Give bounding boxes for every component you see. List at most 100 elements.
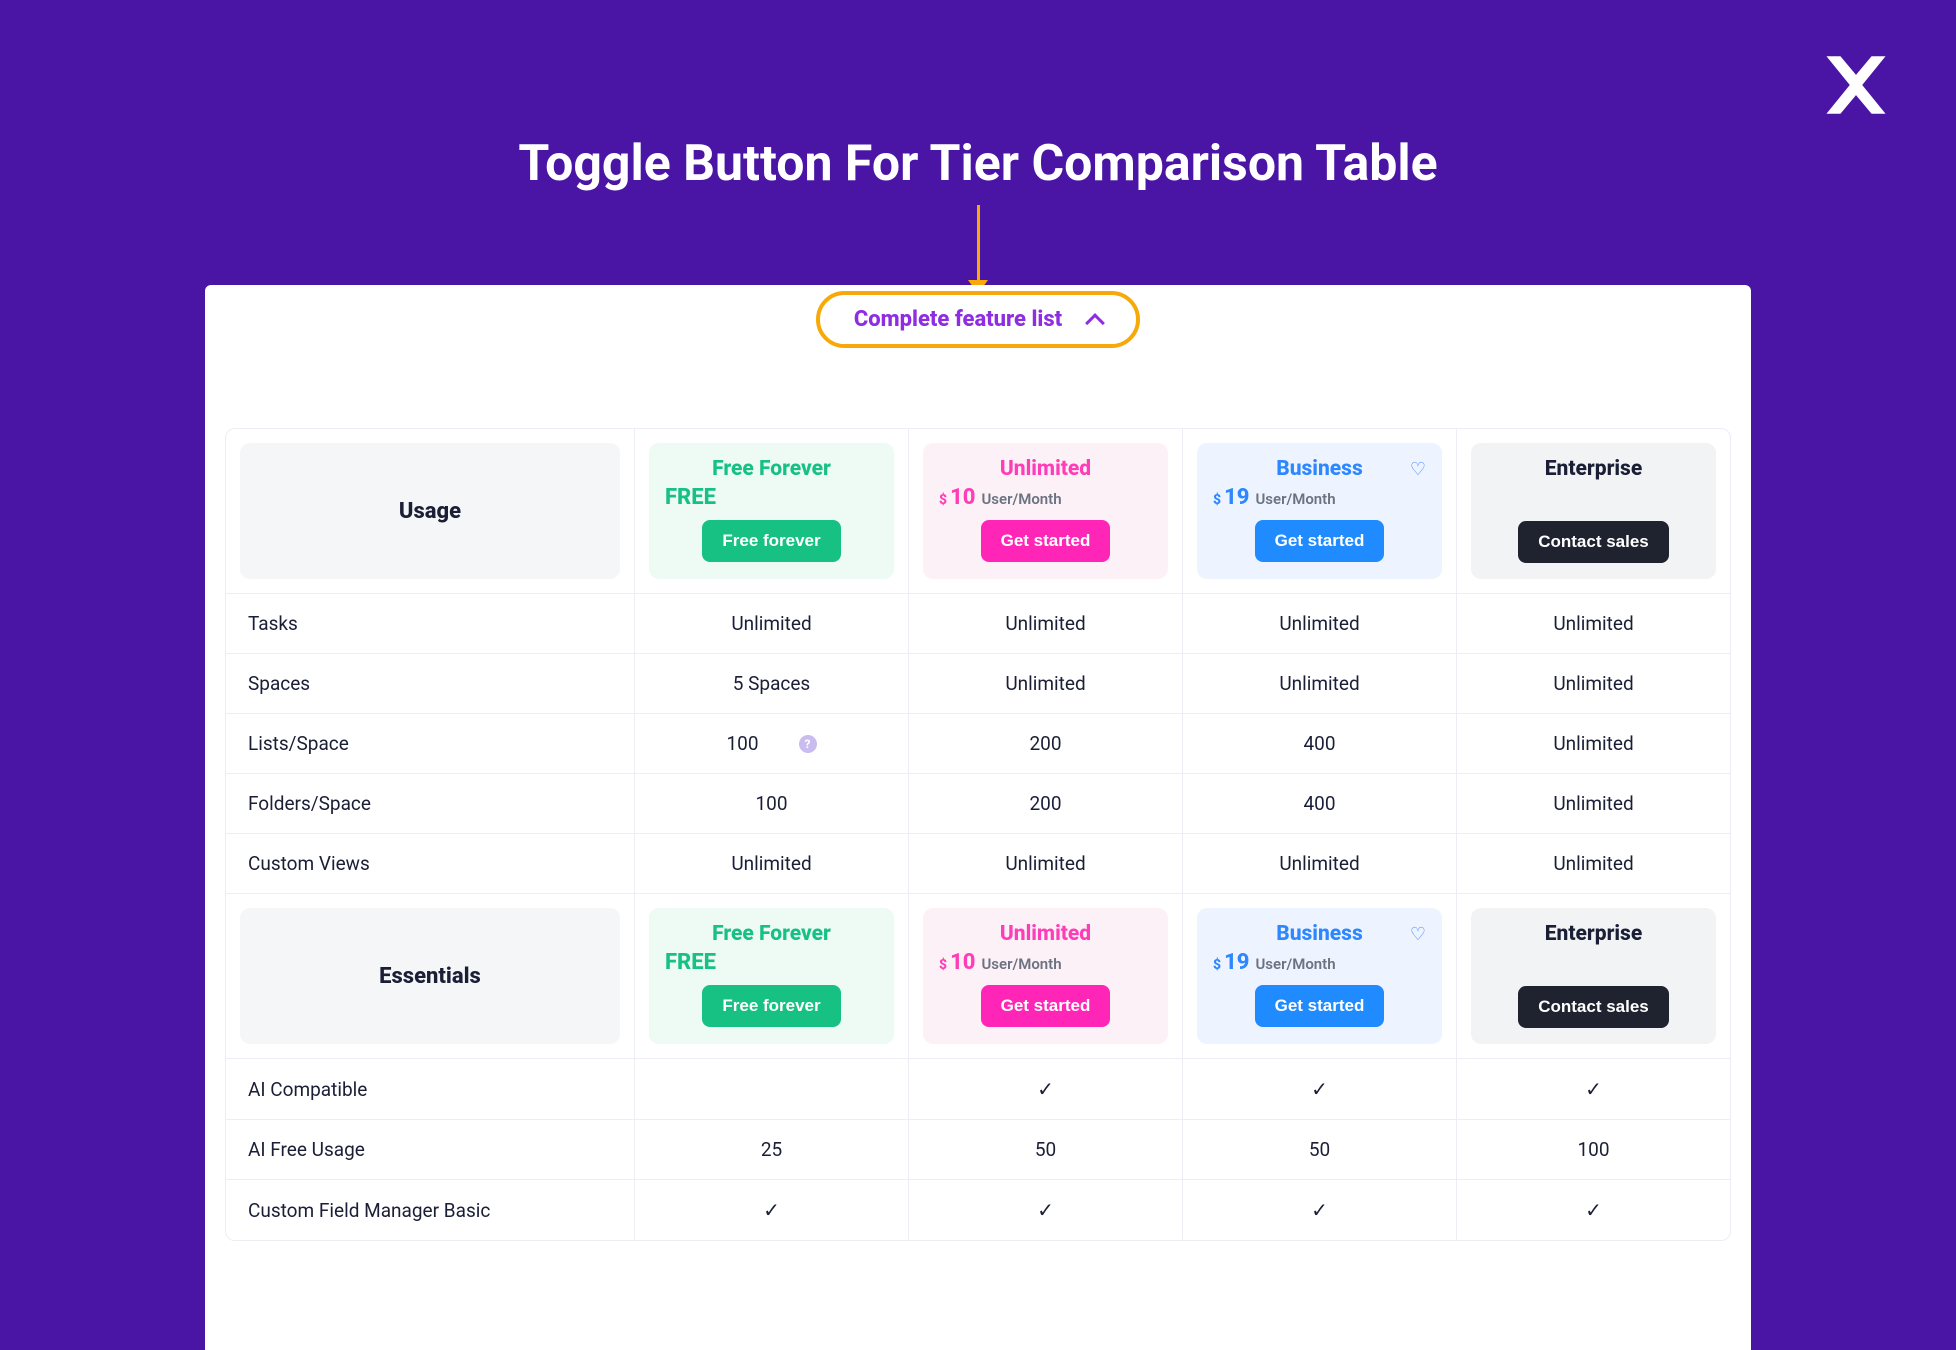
- table-row: Custom Field Manager Basic✓✓✓✓: [226, 1179, 1730, 1240]
- table-cell: ✓: [1456, 1180, 1730, 1240]
- table-cell: Unlimited: [1456, 654, 1730, 713]
- plan-cta-unlimited[interactable]: Get started: [981, 985, 1111, 1027]
- table-cell: Unlimited: [634, 594, 908, 653]
- plan-name: Free Forever: [665, 457, 878, 481]
- table-cell: Unlimited: [1456, 774, 1730, 833]
- table-cell: Unlimited: [908, 654, 1182, 713]
- plan-cta-enterprise[interactable]: Contact sales: [1518, 986, 1669, 1028]
- plan-name: Enterprise: [1487, 922, 1700, 946]
- cell-value: Unlimited: [1553, 612, 1633, 635]
- check-icon: ✓: [1311, 1198, 1328, 1222]
- feature-label: Tasks: [226, 594, 634, 653]
- plan-cta-business[interactable]: Get started: [1255, 985, 1385, 1027]
- feature-label: AI Compatible: [226, 1059, 634, 1119]
- table-cell: Unlimited: [1182, 594, 1456, 653]
- cell-value: Unlimited: [1553, 792, 1633, 815]
- table-cell: 400: [1182, 714, 1456, 773]
- table-cell: 5 Spaces: [634, 654, 908, 713]
- plan-cta-business[interactable]: Get started: [1255, 520, 1385, 562]
- cell-value: Unlimited: [1005, 852, 1085, 875]
- cell-value: Unlimited: [1005, 612, 1085, 635]
- cell-value: 5 Spaces: [733, 672, 811, 695]
- cell-value: Unlimited: [1279, 612, 1359, 635]
- table-cell: Unlimited: [908, 594, 1182, 653]
- plan-cta-unlimited[interactable]: Get started: [981, 520, 1111, 562]
- page-title: Toggle Button For Tier Comparison Table: [0, 135, 1956, 193]
- table-cell: 50: [908, 1120, 1182, 1179]
- toggle-label: Complete feature list: [854, 307, 1062, 332]
- table-cell: ✓: [908, 1059, 1182, 1119]
- check-icon: ✓: [1311, 1077, 1328, 1101]
- table-cell: Unlimited: [1456, 714, 1730, 773]
- check-icon: ✓: [1037, 1077, 1054, 1101]
- check-icon: ✓: [1037, 1198, 1054, 1222]
- cell-value: 50: [1309, 1138, 1330, 1161]
- table-cell: ✓: [1182, 1180, 1456, 1240]
- plan-cta-free[interactable]: Free forever: [702, 520, 840, 562]
- table-cell: 100: [1456, 1120, 1730, 1179]
- plan-card-free: Free Forever FREE Free forever: [649, 908, 894, 1044]
- feature-list-toggle[interactable]: Complete feature list: [816, 291, 1140, 348]
- feature-label: AI Free Usage: [226, 1120, 634, 1179]
- plan-cta-enterprise[interactable]: Contact sales: [1518, 521, 1669, 563]
- table-cell: Unlimited: [1456, 834, 1730, 893]
- table-cell: Unlimited: [1182, 654, 1456, 713]
- table-row: Lists/Space100? 200 400 Unlimited: [226, 713, 1730, 773]
- plan-card-unlimited: Unlimited $10User/Month Get started: [923, 443, 1168, 579]
- plan-card-business: ♡ Business $19User/Month Get started: [1197, 908, 1442, 1044]
- comparison-panel: Complete feature list Usage Free Forever…: [205, 285, 1751, 1350]
- feature-label: Custom Field Manager Basic: [226, 1180, 634, 1240]
- table-row: Tasks Unlimited Unlimited Unlimited Unlimite…: [226, 593, 1730, 653]
- section-title: Essentials: [240, 908, 620, 1044]
- cell-value: Unlimited: [1005, 672, 1085, 695]
- table-cell: ✓: [1182, 1059, 1456, 1119]
- plan-name: Free Forever: [665, 922, 878, 946]
- table-cell: 200: [908, 714, 1182, 773]
- plan-card-enterprise: Enterprise Contact sales: [1471, 443, 1716, 579]
- comparison-grid: Usage Free Forever FREE Free forever Unl…: [225, 428, 1731, 1241]
- table-cell: 200: [908, 774, 1182, 833]
- table-row: Folders/Space100200400Unlimited: [226, 773, 1730, 833]
- cell-value: 100: [1577, 1138, 1609, 1161]
- plan-name: Business: [1213, 922, 1426, 946]
- cell-value: Unlimited: [731, 612, 811, 635]
- table-cell: ✓: [908, 1180, 1182, 1240]
- plan-name: Enterprise: [1487, 457, 1700, 481]
- heart-icon: ♡: [1410, 459, 1426, 480]
- cell-value: 100: [755, 792, 787, 815]
- table-cell: 100?: [634, 714, 908, 773]
- plan-card-business: ♡ Business $19User/Month Get started: [1197, 443, 1442, 579]
- feature-label: Lists/Space: [226, 714, 634, 773]
- table-cell: 100: [634, 774, 908, 833]
- table-cell: 50: [1182, 1120, 1456, 1179]
- cell-value: 25: [761, 1138, 782, 1161]
- check-icon: ✓: [1585, 1077, 1602, 1101]
- plan-name: Unlimited: [939, 457, 1152, 481]
- table-cell: Unlimited: [908, 834, 1182, 893]
- heart-icon: ♡: [1410, 924, 1426, 945]
- feature-label: Custom Views: [226, 834, 634, 893]
- cell-value: Unlimited: [731, 852, 811, 875]
- table-row: AI Free Usage 25 50 50 100: [226, 1119, 1730, 1179]
- table-cell: Unlimited: [634, 834, 908, 893]
- table-cell: 25: [634, 1120, 908, 1179]
- table-cell: ✓: [1456, 1059, 1730, 1119]
- cell-value: Unlimited: [1553, 852, 1633, 875]
- plan-name: Business: [1213, 457, 1426, 481]
- cell-value: Unlimited: [1553, 732, 1633, 755]
- cell-value: 200: [1029, 792, 1061, 815]
- table-row: Custom Views Unlimited Unlimited Unlimited U…: [226, 833, 1730, 893]
- check-icon: ✓: [1585, 1198, 1602, 1222]
- table-row: AI Compatible ✓ ✓ ✓: [226, 1058, 1730, 1119]
- table-cell: [634, 1059, 908, 1119]
- section-title: Usage: [240, 443, 620, 579]
- feature-label: Folders/Space: [226, 774, 634, 833]
- table-cell: Unlimited: [1456, 594, 1730, 653]
- table-row: Spaces5 SpacesUnlimitedUnlimitedUnlimite…: [226, 653, 1730, 713]
- help-icon[interactable]: ?: [799, 735, 817, 753]
- cell-value: Unlimited: [1553, 672, 1633, 695]
- cell-value: 200: [1029, 732, 1061, 755]
- plan-card-unlimited: Unlimited $10User/Month Get started: [923, 908, 1168, 1044]
- cell-value: Unlimited: [1279, 852, 1359, 875]
- plan-cta-free[interactable]: Free forever: [702, 985, 840, 1027]
